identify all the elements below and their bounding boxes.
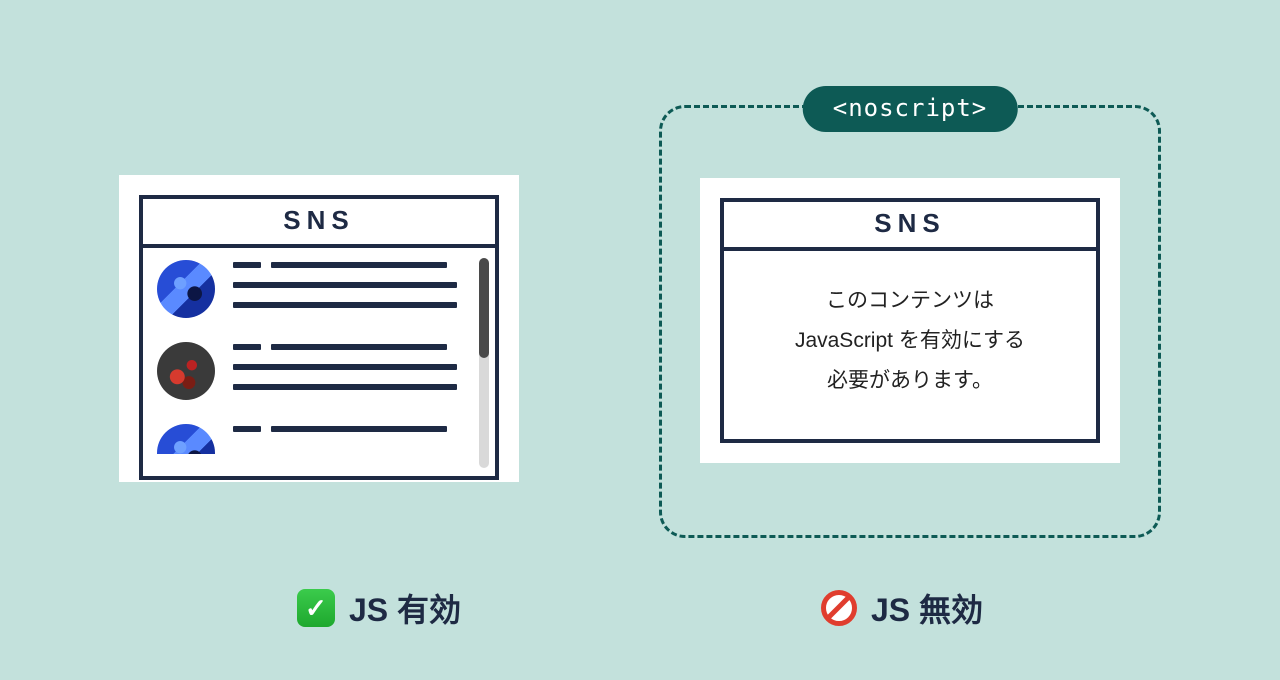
- feed-item: [157, 424, 481, 454]
- feed-text-placeholder: [233, 342, 481, 404]
- noscript-container: <noscript> SNS このコンテンツは JavaScript を有効にす…: [659, 105, 1161, 538]
- caption-js-disabled: JS 無効: [821, 585, 983, 631]
- scrollbar-track: [479, 258, 489, 468]
- feed-item: [157, 260, 481, 322]
- check-icon: [297, 589, 335, 627]
- diagram-stage: SNS: [0, 0, 1280, 538]
- avatar-icon: [157, 342, 215, 400]
- message-line: 必要があります。: [827, 369, 993, 392]
- prohibit-icon: [821, 590, 857, 626]
- avatar-icon: [157, 424, 215, 454]
- noscript-message: このコンテンツは JavaScript を有効にする 必要があります。: [724, 251, 1096, 439]
- message-line: JavaScript を有効にする: [795, 329, 1025, 352]
- caption-text: JS 無効: [871, 585, 983, 631]
- feed-text-placeholder: [233, 260, 481, 322]
- feed-text-placeholder: [233, 424, 481, 446]
- js-disabled-panel: SNS このコンテンツは JavaScript を有効にする 必要があります。: [700, 178, 1120, 463]
- js-enabled-panel: SNS: [119, 175, 519, 482]
- sns-window: SNS このコンテンツは JavaScript を有効にする 必要があります。: [720, 198, 1100, 443]
- caption-js-enabled: JS 有効: [297, 585, 461, 631]
- captions-row: JS 有効 JS 無効: [0, 585, 1280, 631]
- caption-text: JS 有効: [349, 585, 461, 631]
- message-line: このコンテンツは: [826, 289, 994, 312]
- scrollbar-thumb: [479, 258, 489, 358]
- noscript-tag-label: <noscript>: [803, 86, 1018, 132]
- avatar-icon: [157, 260, 215, 318]
- sns-title: SNS: [724, 202, 1096, 251]
- feed-item: [157, 342, 481, 404]
- sns-feed: [143, 248, 495, 476]
- sns-title: SNS: [143, 199, 495, 248]
- sns-window: SNS: [139, 195, 499, 480]
